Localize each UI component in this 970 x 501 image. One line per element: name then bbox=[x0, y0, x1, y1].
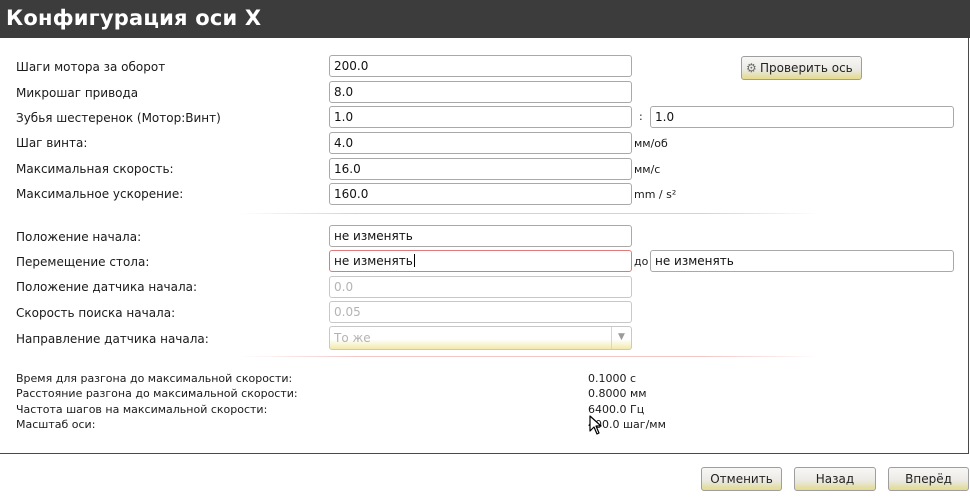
screw-pitch-field[interactable]: 4.0 bbox=[329, 132, 632, 154]
home-direction-value: То же bbox=[334, 331, 371, 345]
gear-separator: : bbox=[639, 110, 643, 123]
home-switch-position-field[interactable]: 0.0 bbox=[329, 276, 632, 298]
steps-per-rev-label: Шаги мотора за оборот bbox=[16, 60, 166, 74]
screw-pitch-label: Шаг винта: bbox=[16, 136, 88, 150]
home-position-label: Положение начала: bbox=[16, 230, 142, 244]
gear-screw-field[interactable]: 1.0 bbox=[650, 106, 954, 128]
travel-min-value: не изменять bbox=[334, 254, 413, 268]
travel-to-label: до bbox=[634, 255, 649, 268]
home-position-field[interactable]: не изменять bbox=[329, 225, 632, 247]
test-axis-button[interactable]: ⚙ Проверить ось bbox=[741, 56, 862, 80]
max-accel-label: Максимальное ускорение: bbox=[16, 187, 184, 201]
test-axis-label: Проверить ось bbox=[760, 61, 853, 75]
step-rate-label: Частота шагов на максимальной скорости: bbox=[16, 403, 268, 416]
microstep-label: Микрошаг привода bbox=[16, 86, 139, 100]
travel-min-field[interactable]: не изменять bbox=[329, 250, 632, 272]
axis-config-panel: Шаги мотора за оборот 200.0 ⚙ Проверить … bbox=[0, 38, 969, 454]
section-divider bbox=[240, 213, 820, 214]
section-divider bbox=[240, 356, 820, 357]
back-button[interactable]: Назад bbox=[794, 467, 876, 491]
window-title: Конфигурация оси X bbox=[0, 0, 970, 38]
accel-distance-value: 0.8000 мм bbox=[588, 387, 647, 400]
gear-teeth-label: Зубья шестеренок (Мотор:Винт) bbox=[16, 111, 221, 125]
home-direction-select[interactable]: То же ▼ bbox=[329, 326, 632, 350]
home-direction-label: Направление датчика начала: bbox=[16, 332, 209, 346]
accel-time-label: Время для разгона до максимальной скорос… bbox=[16, 372, 293, 385]
home-switch-position-label: Положение датчика начала: bbox=[16, 280, 198, 294]
travel-max-field[interactable]: не изменять bbox=[650, 250, 954, 272]
home-search-velocity-field[interactable]: 0.05 bbox=[329, 301, 632, 323]
gear-motor-field[interactable]: 1.0 bbox=[329, 106, 632, 128]
steps-per-rev-field[interactable]: 200.0 bbox=[329, 55, 632, 77]
microstep-field[interactable]: 8.0 bbox=[329, 81, 632, 103]
accel-time-value: 0.1000 с bbox=[588, 372, 637, 385]
axis-scale-label: Масштаб оси: bbox=[16, 418, 96, 431]
forward-button[interactable]: Вперёд bbox=[888, 467, 969, 491]
home-search-velocity-label: Скорость поиска начала: bbox=[16, 306, 176, 320]
gears-icon: ⚙ bbox=[746, 61, 757, 75]
screw-pitch-unit: мм/об bbox=[634, 137, 668, 150]
table-travel-label: Перемещение стола: bbox=[16, 255, 150, 269]
max-accel-unit: mm / s² bbox=[634, 188, 677, 201]
cancel-button[interactable]: Отменить bbox=[701, 467, 782, 491]
accel-distance-label: Расстояние разгона до максимальной скоро… bbox=[16, 387, 298, 400]
max-velocity-label: Максимальная скорость: bbox=[16, 162, 174, 176]
text-caret bbox=[413, 254, 415, 267]
max-velocity-field[interactable]: 16.0 bbox=[329, 158, 632, 180]
max-velocity-unit: мм/с bbox=[634, 163, 661, 176]
chevron-down-icon: ▼ bbox=[611, 327, 631, 349]
mouse-pointer-icon bbox=[589, 415, 602, 435]
max-accel-field[interactable]: 160.0 bbox=[329, 183, 632, 205]
